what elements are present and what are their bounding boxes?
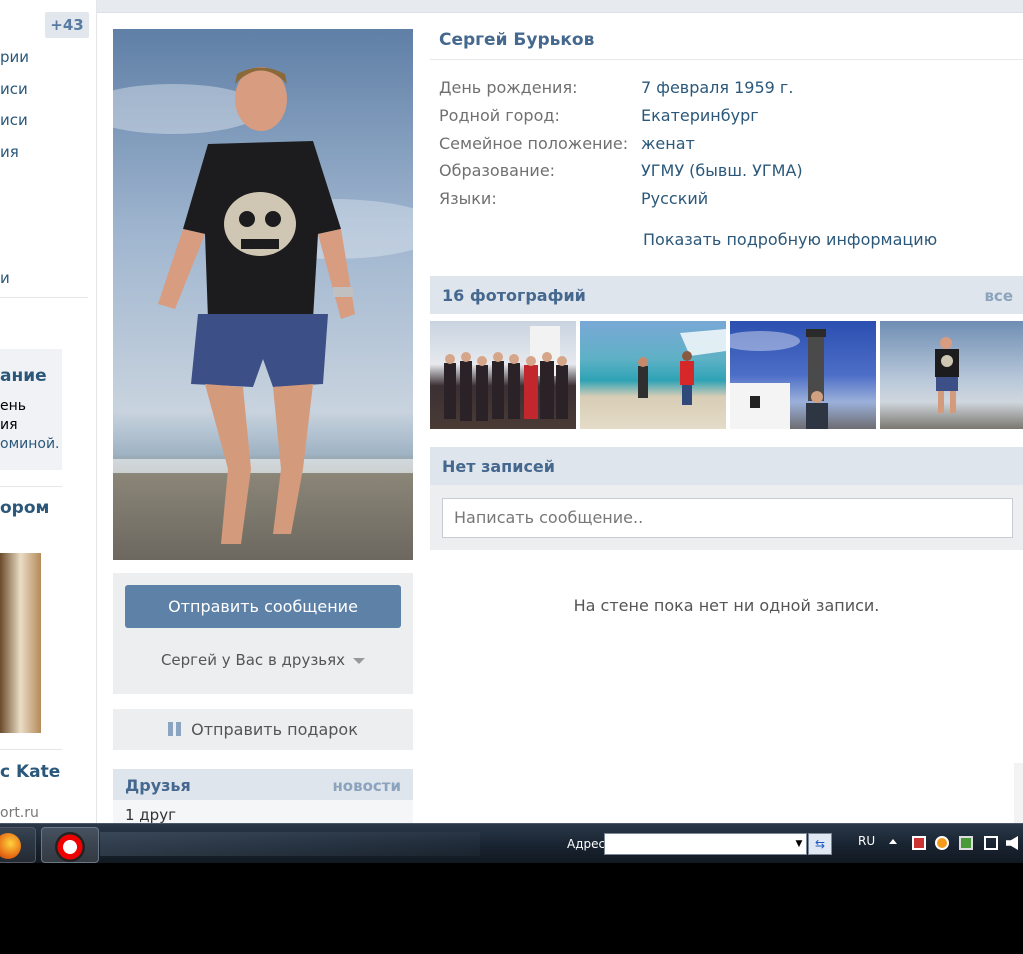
photo-thumbnail[interactable]	[580, 321, 726, 429]
profile-photo-illustration	[113, 67, 413, 544]
friends-news-link[interactable]: новости	[332, 777, 401, 795]
app-icon	[55, 832, 85, 862]
gift-icon	[168, 722, 182, 736]
top-header-strip	[0, 0, 1023, 13]
friend-status-label: Сергей у Вас в друзьях	[160, 651, 346, 669]
photo-thumbnail[interactable]	[880, 321, 1023, 429]
info-value[interactable]: Русский	[641, 189, 708, 208]
wall-empty-message: На стене пока нет ни одной записи.	[573, 596, 880, 615]
photos-title[interactable]: 16 фотографий	[442, 286, 586, 305]
info-label: Семейное положение:	[439, 134, 629, 153]
sidebar-divider	[0, 749, 62, 750]
sidebar-ad-title[interactable]: с Kate	[0, 762, 60, 782]
address-label: Адрес	[567, 837, 606, 851]
sidebar-promo-line: ень	[0, 398, 27, 414]
chevron-down-icon[interactable]: ▼	[792, 835, 806, 853]
wall-title: Нет записей	[442, 457, 555, 476]
photo-thumbnail-illustration	[444, 326, 568, 421]
send-message-button[interactable]: Отправить сообщение	[125, 585, 401, 628]
sidebar-promo-link[interactable]: оминой.	[0, 435, 60, 454]
friends-count[interactable]: 1 друг	[113, 800, 413, 823]
language-indicator[interactable]: RU	[858, 834, 875, 848]
volume-tray-icon[interactable]	[1006, 836, 1018, 850]
go-arrows-icon[interactable]: ⇆	[808, 833, 832, 855]
photo-thumbnail-illustration	[638, 329, 726, 405]
info-label: Языки:	[439, 189, 497, 208]
taskbar: Адрес ▼ ⇆ RU	[0, 823, 1023, 863]
notifications-badge[interactable]: +43	[45, 12, 89, 38]
info-value[interactable]: УГМУ (бывш. УГМА)	[641, 161, 803, 180]
taskbar-firefox-button[interactable]	[0, 827, 36, 863]
photos-block-header: 16 фотографий все	[430, 276, 1023, 314]
info-value[interactable]: женат	[641, 134, 695, 153]
address-input[interactable]	[604, 833, 807, 855]
wall-post-input[interactable]: Написать сообщение..	[442, 498, 1013, 538]
info-value[interactable]: Екатеринбург	[641, 106, 759, 125]
wall-block-header: Нет записей	[430, 447, 1023, 485]
photo-thumbnail[interactable]	[730, 321, 876, 429]
sidebar-item[interactable]: иси	[0, 80, 28, 98]
profile-name: Сергей Бурьков	[439, 30, 595, 50]
friends-title[interactable]: Друзья	[125, 776, 191, 795]
photo-thumbnail[interactable]	[430, 321, 576, 429]
chevron-down-icon	[353, 657, 366, 664]
firefox-icon	[0, 833, 21, 859]
sidebar-ad-image[interactable]	[0, 553, 41, 733]
profile-photo[interactable]	[113, 29, 413, 560]
photo-thumbnail-illustration	[730, 329, 828, 429]
friend-status-dropdown[interactable]: Сергей у Вас в друзьях	[113, 651, 413, 669]
show-details-link[interactable]: Показать подробную информацию	[643, 230, 937, 249]
network-tray-icon[interactable]	[984, 836, 998, 850]
sidebar-item[interactable]: иси	[0, 111, 28, 129]
info-label: Родной город:	[439, 106, 560, 125]
sidebar-promo-line: ия	[0, 417, 18, 433]
sidebar-item[interactable]: и	[0, 269, 10, 287]
sidebar-promo-title[interactable]: ание	[0, 366, 47, 386]
photos-all-link[interactable]: все	[984, 287, 1013, 305]
scrollbar[interactable]	[1014, 763, 1023, 823]
send-gift-button[interactable]: Отправить подарок	[113, 709, 413, 750]
update-tray-icon[interactable]	[935, 836, 949, 850]
sidebar-ad-site[interactable]: ort.ru	[0, 805, 39, 821]
show-hidden-icons-arrow-icon[interactable]	[889, 839, 897, 844]
flag-tray-icon[interactable]	[912, 836, 926, 850]
name-divider	[430, 59, 1023, 60]
browser-viewport: +43 рии иси иси ия и ание ень ия оминой.…	[0, 0, 1023, 823]
left-sidebar: +43 рии иси иси ия и ание ень ия оминой.…	[0, 0, 97, 823]
taskbar-app-button[interactable]	[41, 827, 99, 863]
sidebar-item[interactable]: ия	[0, 143, 19, 161]
taskbar-window-title[interactable]	[100, 832, 480, 856]
send-gift-label: Отправить подарок	[191, 720, 358, 739]
info-value[interactable]: 7 февраля 1959 г.	[641, 78, 793, 97]
info-label: День рождения:	[439, 78, 578, 97]
sidebar-divider	[0, 297, 88, 298]
sidebar-divider	[0, 486, 62, 487]
friends-block-header: Друзья новости	[113, 769, 413, 800]
photo-thumbnail-illustration	[935, 337, 959, 413]
security-tray-icon[interactable]	[959, 836, 973, 850]
sidebar-item[interactable]: рии	[0, 48, 29, 66]
sidebar-ad-title[interactable]: ором	[0, 498, 49, 518]
info-label: Образование:	[439, 161, 556, 180]
